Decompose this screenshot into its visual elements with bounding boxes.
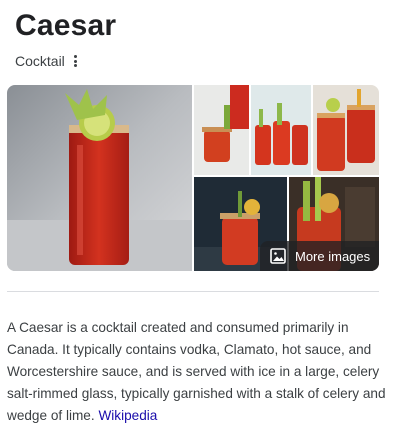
image-icon [270, 248, 286, 264]
description: A Caesar is a cocktail created and consu… [7, 317, 387, 427]
more-images-button[interactable]: More images [260, 241, 379, 271]
more-images-label: More images [295, 248, 371, 264]
image-gallery: More images [7, 85, 379, 271]
subtitle-row: Cocktail [15, 52, 81, 70]
caesar-photo-2[interactable] [194, 85, 249, 175]
caesar-photo-4[interactable] [313, 85, 379, 175]
more-options-icon[interactable] [71, 54, 81, 68]
page-title: Caesar [15, 9, 117, 42]
entity-type: Cocktail [15, 53, 65, 69]
description-text: A Caesar is a cocktail created and consu… [7, 320, 386, 423]
divider [7, 291, 379, 292]
caesar-photo-3[interactable] [251, 85, 311, 175]
caesar-main-photo[interactable] [7, 85, 192, 271]
wikipedia-link[interactable]: Wikipedia [98, 408, 157, 423]
